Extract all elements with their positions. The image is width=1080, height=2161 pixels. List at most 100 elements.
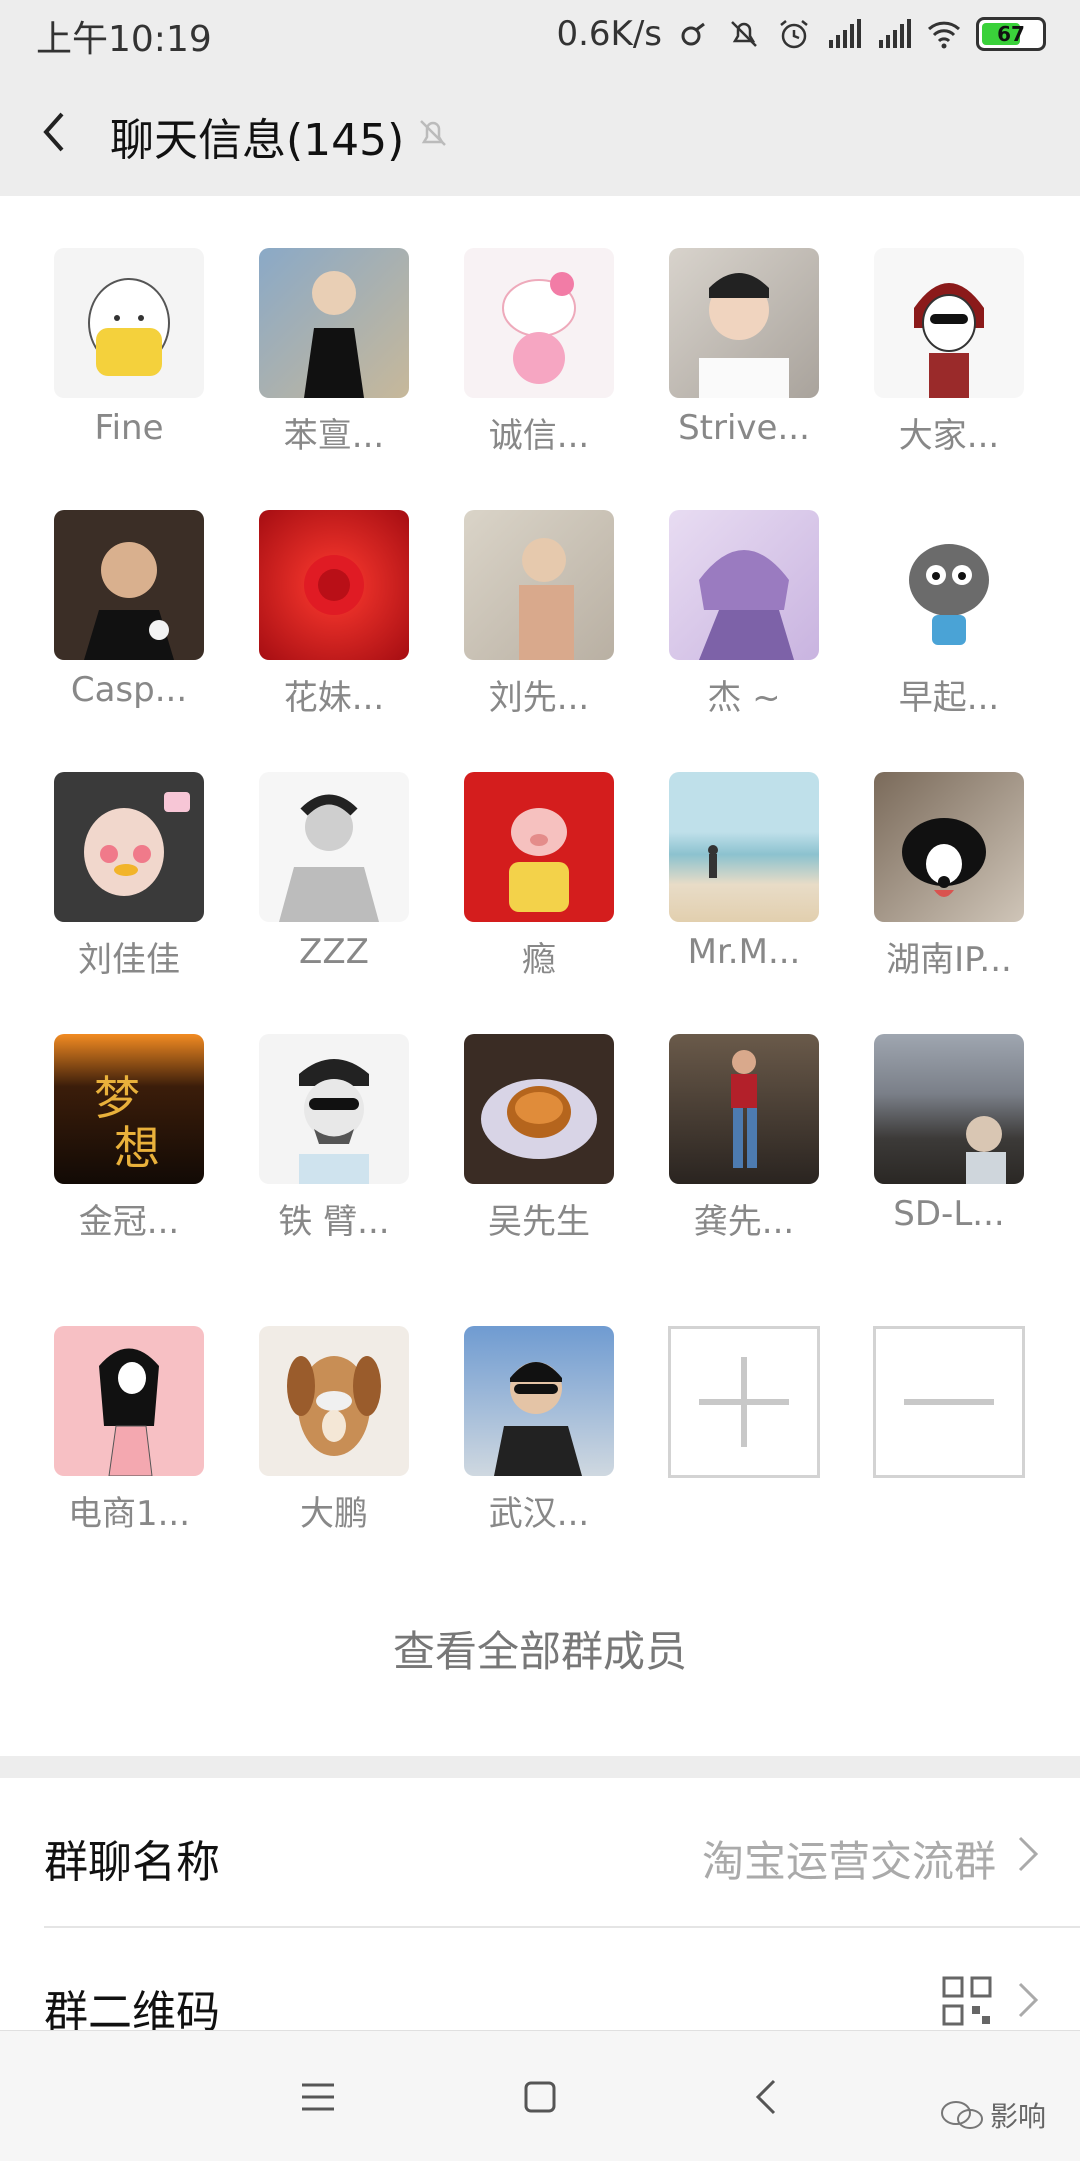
member-item[interactable]: Casp...: [26, 510, 232, 740]
member-item[interactable]: 电商1...: [26, 1326, 232, 1556]
member-item[interactable]: 瘾: [436, 772, 642, 1002]
member-name: 大家...: [898, 416, 1000, 456]
avatar: [259, 1034, 409, 1184]
member-item[interactable]: 大家...: [846, 248, 1052, 478]
member-name: 龚先...: [693, 1202, 795, 1242]
minus-icon[interactable]: [873, 1326, 1025, 1478]
member-item[interactable]: 铁 臂...: [231, 1034, 437, 1264]
battery-icon: 67: [976, 17, 1046, 51]
member-item[interactable]: 湖南IP...: [846, 772, 1052, 1002]
member-item[interactable]: 花妹...: [231, 510, 437, 740]
member-item[interactable]: 早起...: [846, 510, 1052, 740]
alarm-icon: [780, 20, 808, 49]
member-name: 吴先生: [488, 1202, 590, 1242]
member-name: 刘先...: [488, 678, 590, 718]
member-name: 诚信...: [488, 416, 590, 456]
member-name: 金冠...: [78, 1202, 180, 1242]
member-item[interactable]: Fine: [26, 248, 232, 478]
bell-muted-icon: [420, 120, 446, 146]
member-name: ZZZ: [299, 932, 369, 972]
member-name: 武汉...: [488, 1494, 590, 1534]
member-name: Casp...: [70, 670, 188, 710]
avatar: [874, 248, 1024, 398]
section-divider: [0, 1756, 1080, 1778]
home-square-icon[interactable]: [518, 2075, 562, 2119]
avatar: [464, 248, 614, 398]
member-item[interactable]: 诚信...: [436, 248, 642, 478]
system-nav-bar: 影响: [0, 2030, 1080, 2161]
avatar: [669, 248, 819, 398]
member-item[interactable]: 杰 ~: [641, 510, 847, 740]
link-icon: [681, 22, 705, 46]
member-item[interactable]: Mr.M...: [641, 772, 847, 1002]
svg-text:梦: 梦: [94, 1071, 140, 1125]
avatar: 梦想: [54, 1034, 204, 1184]
member-item[interactable]: 龚先...: [641, 1034, 847, 1264]
member-item[interactable]: 大鹏: [231, 1326, 437, 1556]
group-name-row[interactable]: 群聊名称 淘宝运营交流群: [0, 1778, 1080, 1928]
member-item[interactable]: 刘先...: [436, 510, 642, 740]
avatar: [259, 772, 409, 922]
avatar: [874, 1034, 1024, 1184]
status-icons: 0.6K/s 67: [556, 10, 1046, 58]
chevron-right-icon: [1018, 1982, 1039, 2018]
page-title: 聊天信息(145): [110, 115, 405, 166]
member-name: Fine: [94, 408, 164, 448]
member-name: 湖南IP...: [886, 940, 1012, 980]
avatar: [874, 510, 1024, 660]
qr-code-icon: [942, 1976, 992, 2026]
wifi-icon: [927, 21, 961, 49]
watermark-text: 影响: [989, 2100, 1046, 2133]
signal-icon: [829, 19, 861, 48]
remove-member-button[interactable]: [846, 1326, 1052, 1556]
avatar: [259, 1326, 409, 1476]
avatar: [464, 1326, 614, 1476]
nav-bar: 聊天信息(145): [0, 68, 1080, 196]
avatar: [259, 248, 409, 398]
watermark: 影响: [940, 2095, 1046, 2135]
plus-icon[interactable]: [668, 1326, 820, 1478]
member-name: 铁 臂...: [278, 1202, 390, 1242]
member-name: Mr.M...: [687, 932, 801, 972]
network-speed: 0.6K/s: [556, 14, 662, 54]
back-icon[interactable]: [746, 2075, 790, 2119]
member-name: 电商1...: [67, 1494, 191, 1534]
mute-icon: [731, 21, 757, 47]
avatar: [669, 772, 819, 922]
member-name: SD-L...: [893, 1194, 1005, 1234]
add-member-button[interactable]: [641, 1326, 847, 1556]
wechat-icon: [940, 2101, 983, 2129]
chevron-right-icon: [1018, 1836, 1039, 1872]
group-name-value: 淘宝运营交流群: [701, 1837, 996, 1886]
avatar: [54, 248, 204, 398]
member-item[interactable]: 吴先生: [436, 1034, 642, 1264]
group-qr-row[interactable]: 群二维码: [0, 1928, 1080, 2030]
avatar: [54, 772, 204, 922]
member-item[interactable]: 刘佳佳: [26, 772, 232, 1002]
member-item[interactable]: 梦想 金冠...: [26, 1034, 232, 1264]
group-name-label: 群聊名称: [44, 1837, 220, 1888]
avatar: [464, 772, 614, 922]
avatar: [259, 510, 409, 660]
avatar: [669, 510, 819, 660]
member-item[interactable]: SD-L...: [846, 1034, 1052, 1264]
member-name: 花妹...: [283, 678, 385, 718]
view-all-members-link[interactable]: 查看全部群成员: [0, 1618, 1080, 1679]
avatar: [669, 1034, 819, 1184]
member-name: Strive...: [678, 408, 810, 448]
avatar: [874, 772, 1024, 922]
member-name: 早起...: [898, 678, 1000, 718]
member-item[interactable]: 苯亶...: [231, 248, 437, 478]
member-item[interactable]: ZZZ: [231, 772, 437, 1002]
back-arrow-icon[interactable]: [28, 104, 84, 160]
menu-icon[interactable]: [296, 2075, 340, 2119]
status-bar: 上午10:19 0.6K/s 67: [0, 0, 1080, 68]
member-name: 瘾: [522, 940, 556, 980]
member-name: 苯亶...: [283, 416, 385, 456]
member-item[interactable]: 武汉...: [436, 1326, 642, 1556]
signal-icon-2: [879, 19, 911, 48]
member-item[interactable]: Strive...: [641, 248, 847, 478]
member-name: 杰 ~: [707, 678, 781, 718]
member-name: 刘佳佳: [78, 940, 180, 980]
group-qr-label: 群二维码: [44, 1987, 220, 2030]
